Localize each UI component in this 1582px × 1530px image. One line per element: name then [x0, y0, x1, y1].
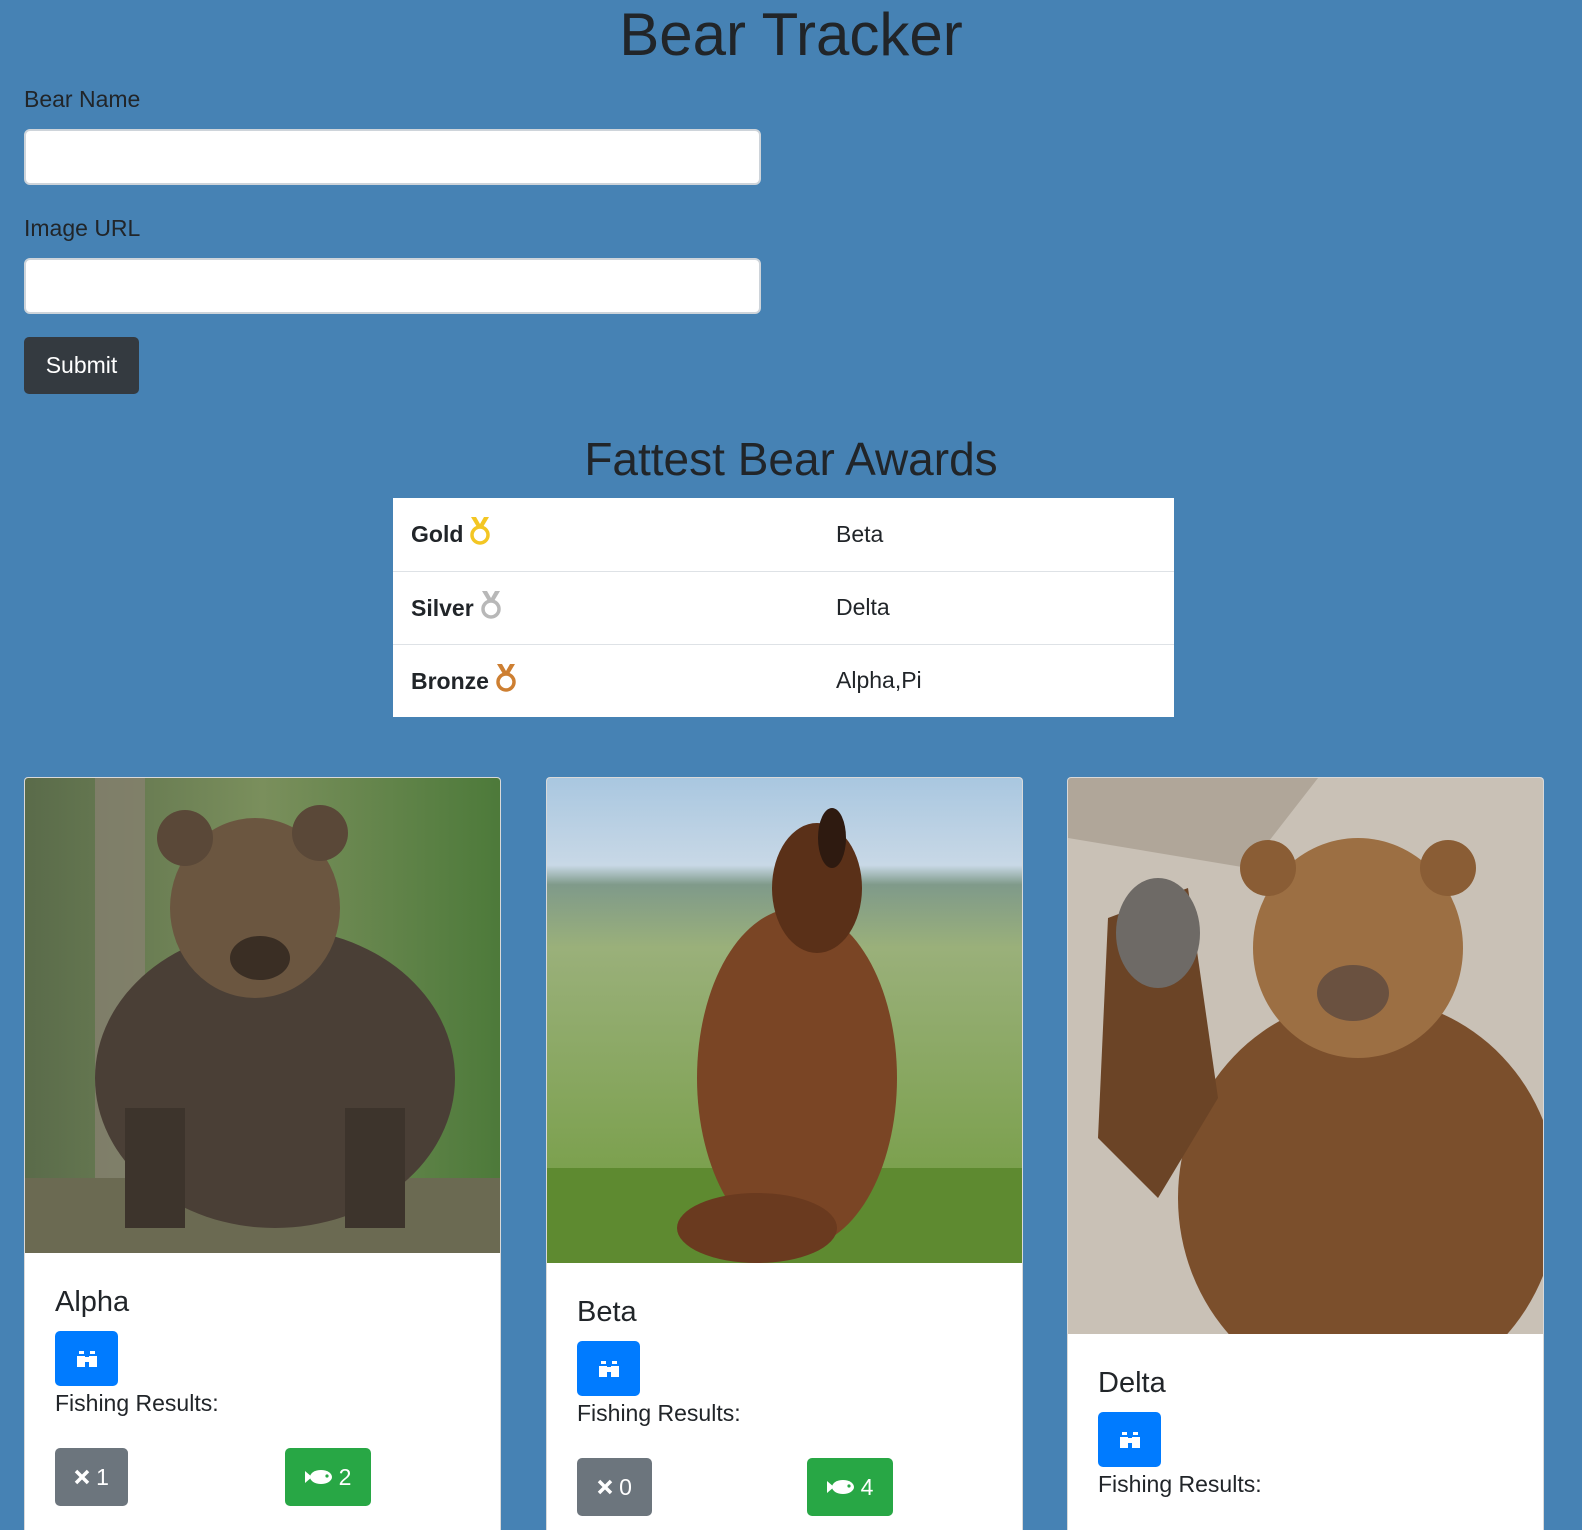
page-title: Bear Tracker [619, 1, 963, 68]
bronze-medal-icon [495, 663, 517, 698]
miss-count: 1 [96, 1463, 109, 1490]
award-row-gold: Gold Beta [393, 498, 1174, 571]
bear-name-label: Bear Name [24, 86, 141, 112]
image-url-label: Image URL [24, 215, 141, 241]
catch-badge[interactable]: 4 [807, 1458, 893, 1516]
bear-name: Delta [1098, 1367, 1166, 1399]
fishing-results: 0 4 [577, 1458, 992, 1516]
catch-badge[interactable]: 2 [285, 1448, 371, 1506]
awards-title: Fattest Bear Awards [584, 433, 998, 485]
fishing-results-label: Fishing Results: [55, 1390, 219, 1416]
catch-count: 2 [338, 1463, 352, 1490]
bear-name: Alpha [55, 1286, 130, 1318]
bear-photo [547, 778, 1022, 1263]
binoculars-icon [76, 1350, 97, 1367]
fish-icon [304, 1470, 332, 1484]
bear-name-input[interactable] [24, 129, 761, 185]
fishing-results-label: Fishing Results: [1098, 1471, 1262, 1497]
silver-medal-icon [480, 590, 502, 625]
gold-medal-icon [469, 517, 491, 551]
bear-name: Beta [577, 1296, 637, 1328]
binoculars-icon [598, 1360, 619, 1377]
fish-icon [826, 1480, 854, 1494]
watch-button[interactable] [1098, 1412, 1161, 1467]
bear-photo [1068, 778, 1543, 1334]
watch-button[interactable] [577, 1341, 640, 1396]
award-winner: Delta [818, 570, 1174, 644]
award-winner: Beta [836, 520, 884, 547]
catch-count: 4 [860, 1473, 874, 1500]
bear-card-beta: Beta Fishing Results: 0 4 [546, 777, 1023, 1530]
award-row-bronze: Bronze Alpha,Pi [393, 643, 1174, 717]
bear-card-alpha: Alpha Fishing Results: 1 2 [24, 777, 501, 1530]
award-place: Silver [411, 594, 474, 621]
award-winner: Alpha,Pi [818, 643, 1174, 717]
image-url-input[interactable] [24, 258, 761, 314]
fishing-results-label: Fishing Results: [577, 1400, 741, 1426]
bear-photo [25, 778, 500, 1253]
miss-badge[interactable]: 0 [577, 1458, 652, 1516]
awards-table: Gold Beta Silver Delta Bronze Alpha,Pi [393, 498, 1174, 717]
award-place: Bronze [411, 667, 489, 694]
bear-card-delta: Delta Fishing Results: [1067, 777, 1544, 1530]
binoculars-icon [1119, 1431, 1140, 1448]
miss-badge[interactable]: 1 [55, 1448, 128, 1506]
times-icon [597, 1479, 613, 1495]
award-place: Gold [411, 521, 464, 548]
submit-button[interactable]: Submit [24, 337, 139, 394]
miss-count: 0 [619, 1473, 632, 1500]
watch-button[interactable] [55, 1331, 118, 1386]
fishing-results: 1 2 [55, 1448, 470, 1506]
times-icon [74, 1469, 90, 1485]
award-row-silver: Silver Delta [393, 570, 1174, 644]
